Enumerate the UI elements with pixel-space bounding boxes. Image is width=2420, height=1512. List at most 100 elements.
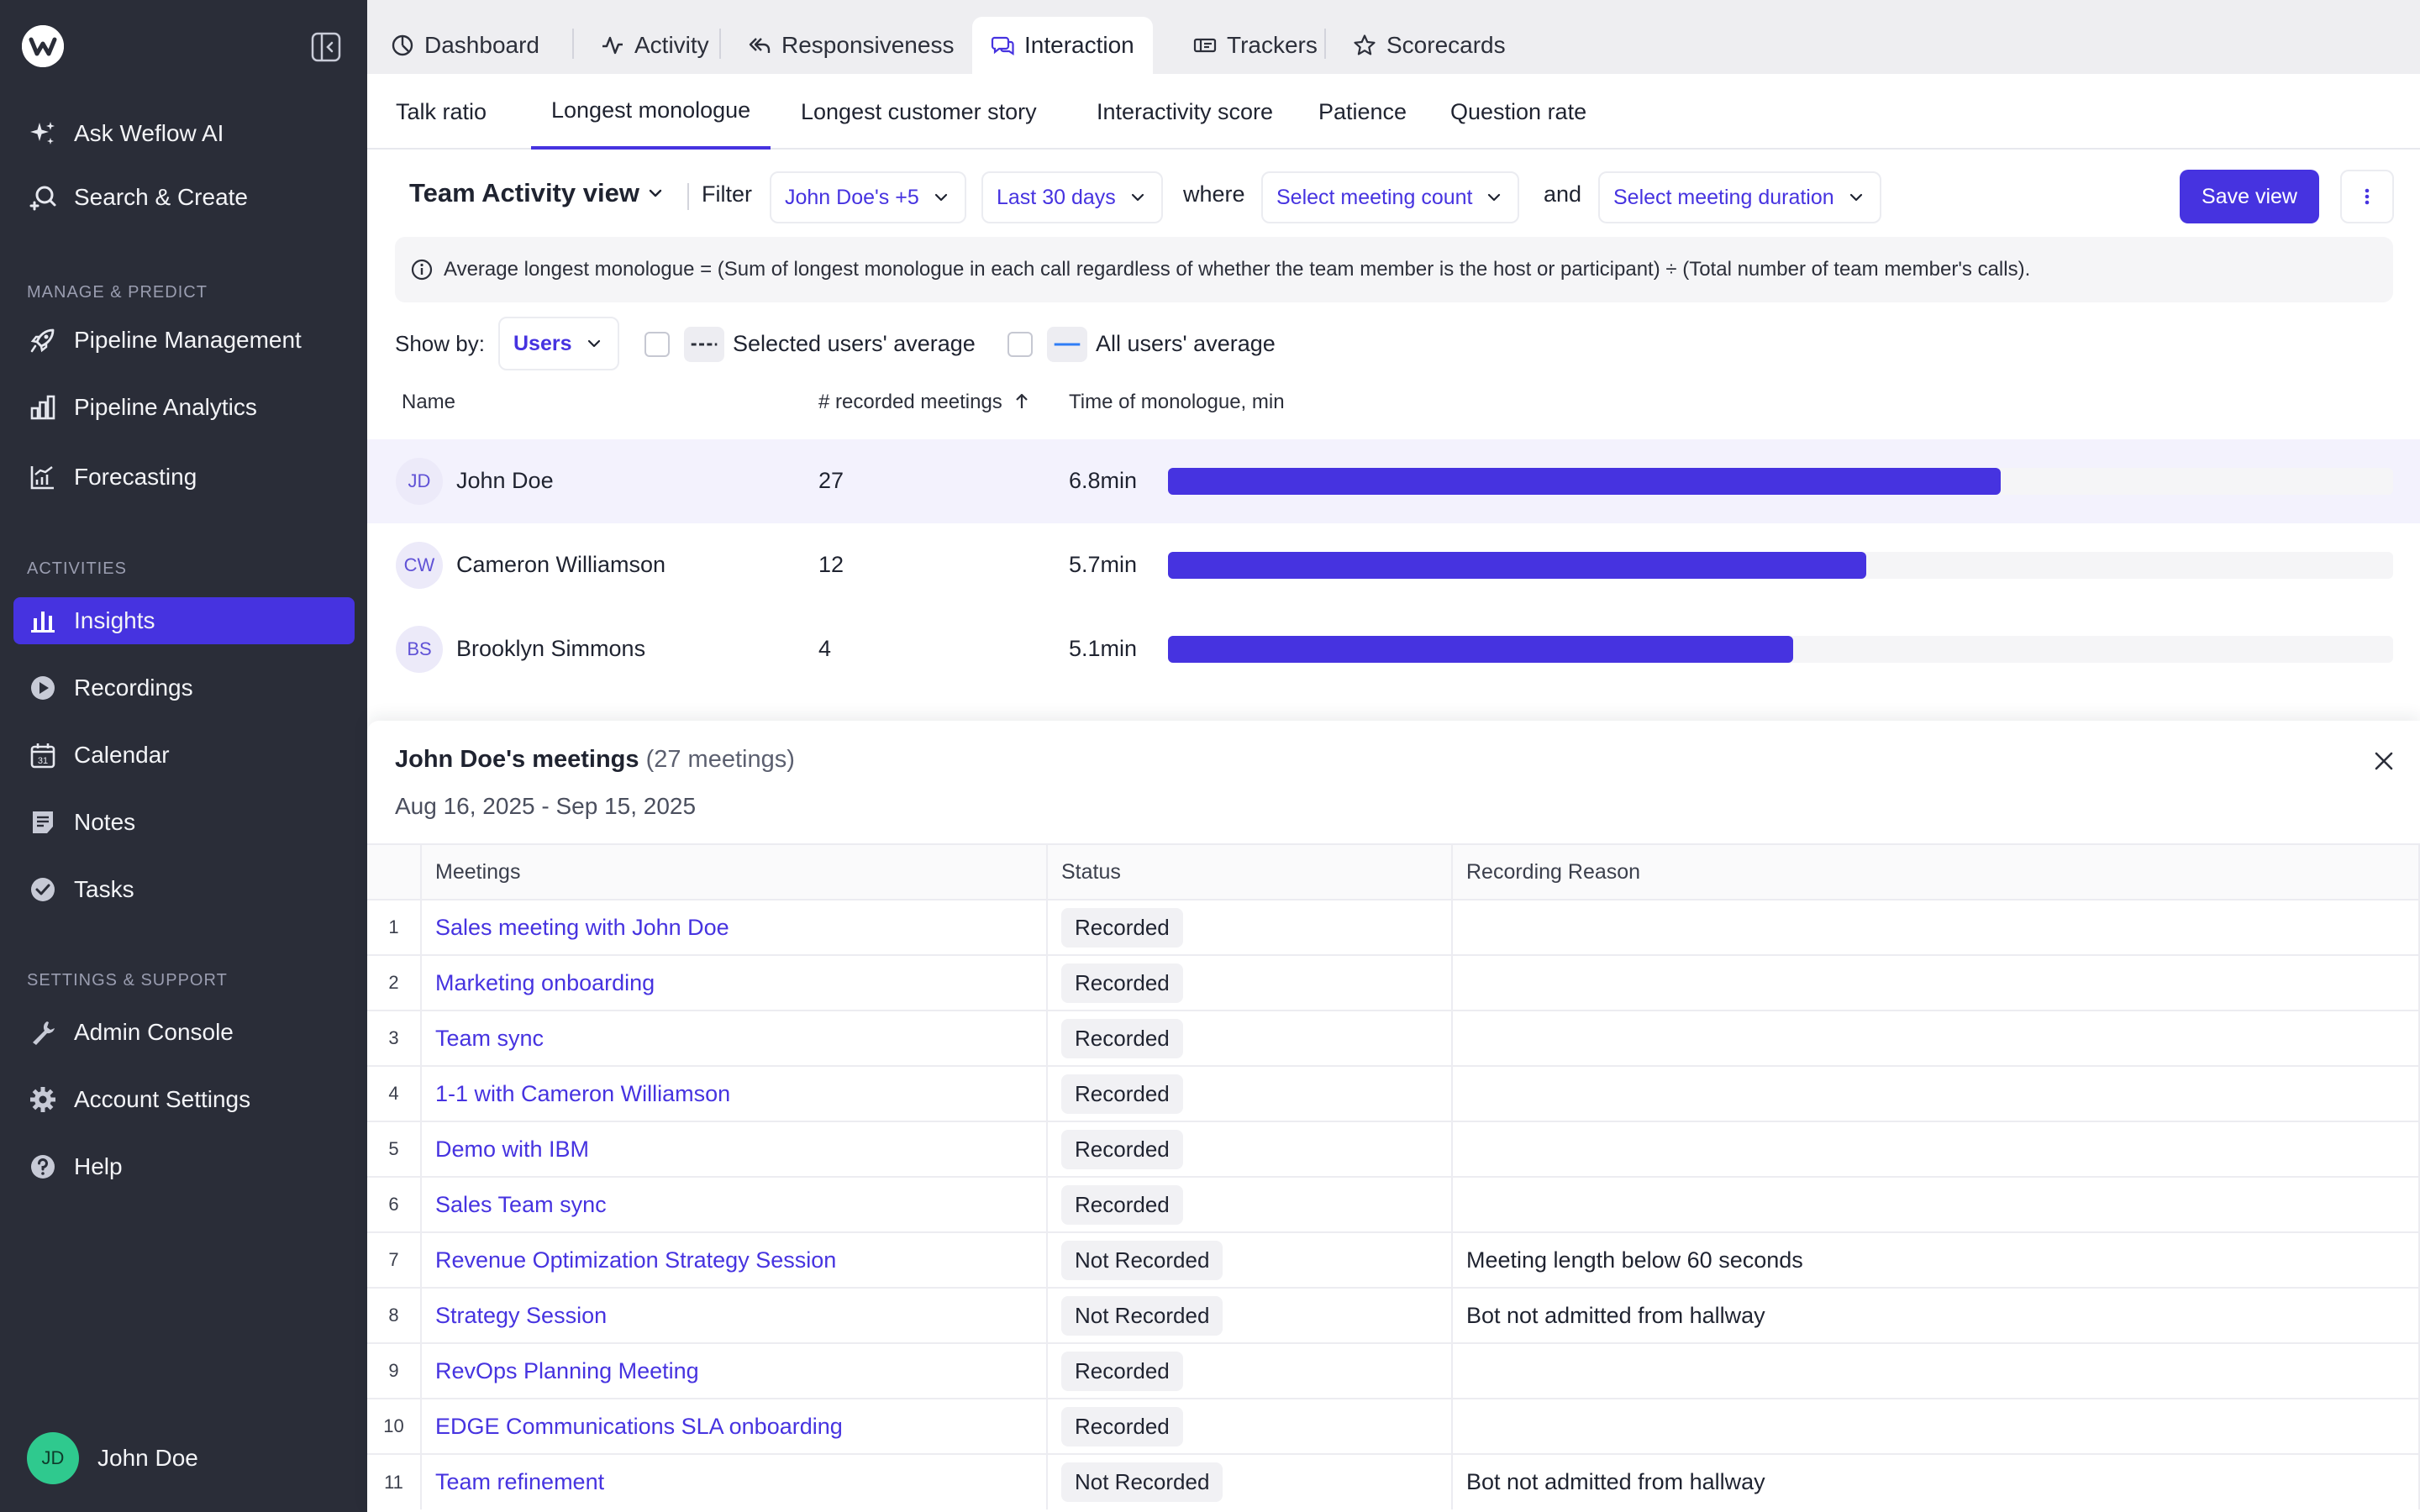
table-row[interactable]: 1 Sales meeting with John Doe Recorded bbox=[367, 899, 2420, 955]
meeting-link[interactable]: Sales meeting with John Doe bbox=[435, 915, 729, 940]
meeting-link[interactable]: EDGE Communications SLA onboarding bbox=[435, 1414, 843, 1439]
row-index: 10 bbox=[367, 1398, 422, 1454]
activity-pulse-icon bbox=[602, 36, 623, 55]
recording-reason bbox=[1452, 899, 2420, 955]
nav-recordings[interactable]: Recordings bbox=[13, 664, 355, 711]
column-header-recorded-meetings[interactable]: # recorded meetings bbox=[818, 391, 1031, 414]
chevron-down-icon bbox=[1849, 193, 1862, 202]
meeting-duration-dropdown[interactable]: Select meeting duration bbox=[1598, 171, 1881, 223]
table-row[interactable]: 3 Team sync Recorded bbox=[367, 1010, 2420, 1066]
nav-pipeline-analytics[interactable]: Pipeline Analytics bbox=[13, 384, 355, 431]
nav-label: Admin Console bbox=[74, 1019, 234, 1045]
column-header-status[interactable]: Status bbox=[1047, 843, 1453, 900]
table-row[interactable]: 8 Strategy Session Not Recorded Bot not adm… bbox=[367, 1287, 2420, 1343]
subtab-longest-monologue[interactable]: Longest monologue bbox=[531, 74, 771, 150]
date-range-dropdown[interactable]: Last 30 days bbox=[981, 171, 1163, 223]
meeting-link[interactable]: Sales Team sync bbox=[435, 1192, 607, 1217]
row-index: 3 bbox=[367, 1010, 422, 1066]
selected-average-checkbox[interactable] bbox=[644, 332, 670, 357]
nav-pipeline-management[interactable]: Pipeline Management bbox=[13, 317, 355, 364]
show-by-row: Show by: Users Selected users' average A… bbox=[367, 315, 2420, 374]
status-cell: Recorded bbox=[1047, 1176, 1453, 1232]
meeting-cell: Demo with IBM bbox=[421, 1121, 1048, 1177]
row-index: 11 bbox=[367, 1453, 422, 1509]
save-view-button[interactable]: Save view bbox=[2180, 170, 2319, 223]
search-plus-icon bbox=[27, 181, 59, 213]
all-average-label: All users' average bbox=[1096, 331, 1276, 356]
nav-label: Recordings bbox=[74, 675, 193, 701]
meeting-cell: Revenue Optimization Strategy Session bbox=[421, 1231, 1048, 1288]
show-by-dropdown[interactable]: Users bbox=[498, 317, 619, 370]
column-header-monologue-time[interactable]: Time of monologue, min bbox=[1069, 391, 1285, 414]
tab-activity[interactable]: Activity bbox=[582, 17, 728, 74]
filter-label: Filter bbox=[702, 181, 752, 207]
table-row[interactable]: 11 Team refinement Not Recorded Bot not adm… bbox=[367, 1453, 2420, 1509]
solid-line-legend-icon bbox=[1047, 327, 1087, 362]
tab-trackers[interactable]: Trackers bbox=[1175, 17, 1336, 74]
subtab-interactivity-score[interactable]: Interactivity score bbox=[1076, 74, 1293, 150]
meeting-link[interactable]: Revenue Optimization Strategy Session bbox=[435, 1247, 836, 1273]
dashed-line-legend-icon bbox=[684, 327, 724, 362]
tab-scorecards[interactable]: Scorecards bbox=[1334, 17, 1524, 74]
nav-forecasting[interactable]: Forecasting bbox=[13, 454, 355, 501]
meeting-link[interactable]: Demo with IBM bbox=[435, 1137, 589, 1162]
tab-label: Responsiveness bbox=[781, 32, 955, 58]
close-panel-button[interactable] bbox=[2367, 744, 2401, 778]
nav-ask-weflow-ai[interactable]: Ask Weflow AI bbox=[13, 110, 355, 157]
meeting-link[interactable]: Team refinement bbox=[435, 1469, 604, 1494]
tab-interaction[interactable]: Interaction bbox=[972, 17, 1153, 74]
table-row[interactable]: 2 Marketing onboarding Recorded bbox=[367, 954, 2420, 1011]
column-header-name[interactable]: Name bbox=[402, 391, 455, 414]
nav-calendar[interactable]: 31 Calendar bbox=[13, 732, 355, 779]
nav-tasks[interactable]: Tasks bbox=[13, 866, 355, 913]
weflow-logo[interactable] bbox=[22, 25, 64, 67]
sidebar: Ask Weflow AI Search & Create MANAGE & P… bbox=[0, 0, 367, 1512]
subtab-question-rate[interactable]: Question rate bbox=[1430, 74, 1607, 150]
tab-label: Trackers bbox=[1227, 32, 1318, 58]
tab-dashboard[interactable]: Dashboard bbox=[372, 17, 558, 74]
subtab-longest-customer-story[interactable]: Longest customer story bbox=[781, 74, 1057, 150]
nav-account-settings[interactable]: Account Settings bbox=[13, 1076, 355, 1123]
subtab-patience[interactable]: Patience bbox=[1298, 74, 1427, 150]
table-row[interactable]: 7 Revenue Optimization Strategy Session No… bbox=[367, 1231, 2420, 1288]
users-filter-dropdown[interactable]: John Doe's +5 bbox=[770, 171, 966, 223]
meeting-cell: Sales meeting with John Doe bbox=[421, 899, 1048, 955]
nav-notes[interactable]: Notes bbox=[13, 799, 355, 846]
meeting-cell: Strategy Session bbox=[421, 1287, 1048, 1343]
selected-average-label: Selected users' average bbox=[733, 331, 976, 356]
table-row[interactable]: 9 RevOps Planning Meeting Recorded bbox=[367, 1342, 2420, 1399]
table-row[interactable]: 5 Demo with IBM Recorded bbox=[367, 1121, 2420, 1177]
nav-search-create[interactable]: Search & Create bbox=[13, 174, 355, 221]
column-header-meetings[interactable]: Meetings bbox=[421, 843, 1048, 900]
nav-label: Search & Create bbox=[74, 184, 248, 210]
table-row[interactable]: 4 1-1 with Cameron Williamson Recorded bbox=[367, 1065, 2420, 1121]
bar-track bbox=[1168, 468, 2393, 495]
team-row[interactable]: CW Cameron Williamson 12 5.7min bbox=[367, 523, 2420, 607]
team-row[interactable]: BS Brooklyn Simmons 4 5.1min bbox=[367, 607, 2420, 691]
current-user[interactable]: JD John Doe bbox=[27, 1432, 198, 1484]
all-average-checkbox[interactable] bbox=[1007, 332, 1033, 357]
recorded-count: 4 bbox=[818, 636, 832, 661]
where-label: where bbox=[1183, 181, 1245, 207]
collapse-sidebar-icon[interactable] bbox=[309, 30, 343, 64]
meetings-panel: John Doe's meetings (27 meetings) Aug 16… bbox=[367, 721, 2420, 1512]
meeting-link[interactable]: RevOps Planning Meeting bbox=[435, 1358, 699, 1383]
more-options-button[interactable] bbox=[2340, 170, 2394, 223]
meeting-link[interactable]: Team sync bbox=[435, 1026, 544, 1051]
table-row[interactable]: 10 EDGE Communications SLA onboarding Reco… bbox=[367, 1398, 2420, 1454]
meeting-link[interactable]: 1-1 with Cameron Williamson bbox=[435, 1081, 730, 1106]
column-header-recording-reason[interactable]: Recording Reason bbox=[1452, 843, 2420, 900]
nav-admin-console[interactable]: Admin Console bbox=[13, 1009, 355, 1056]
meeting-link[interactable]: Marketing onboarding bbox=[435, 970, 655, 995]
nav-insights[interactable]: Insights bbox=[13, 597, 355, 644]
view-selector[interactable]: Team Activity view bbox=[409, 178, 666, 208]
meeting-link[interactable]: Strategy Session bbox=[435, 1303, 607, 1328]
nav-help[interactable]: Help bbox=[13, 1143, 355, 1190]
team-row[interactable]: JD John Doe 27 6.8min bbox=[367, 439, 2420, 523]
table-row[interactable]: 6 Sales Team sync Recorded bbox=[367, 1176, 2420, 1232]
tab-responsiveness[interactable]: Responsiveness bbox=[729, 17, 972, 74]
subtab-talk-ratio[interactable]: Talk ratio bbox=[376, 74, 507, 150]
row-index: 9 bbox=[367, 1342, 422, 1399]
meeting-count-dropdown[interactable]: Select meeting count bbox=[1261, 171, 1520, 223]
recording-reason: Meeting length below 60 seconds bbox=[1452, 1231, 2420, 1288]
